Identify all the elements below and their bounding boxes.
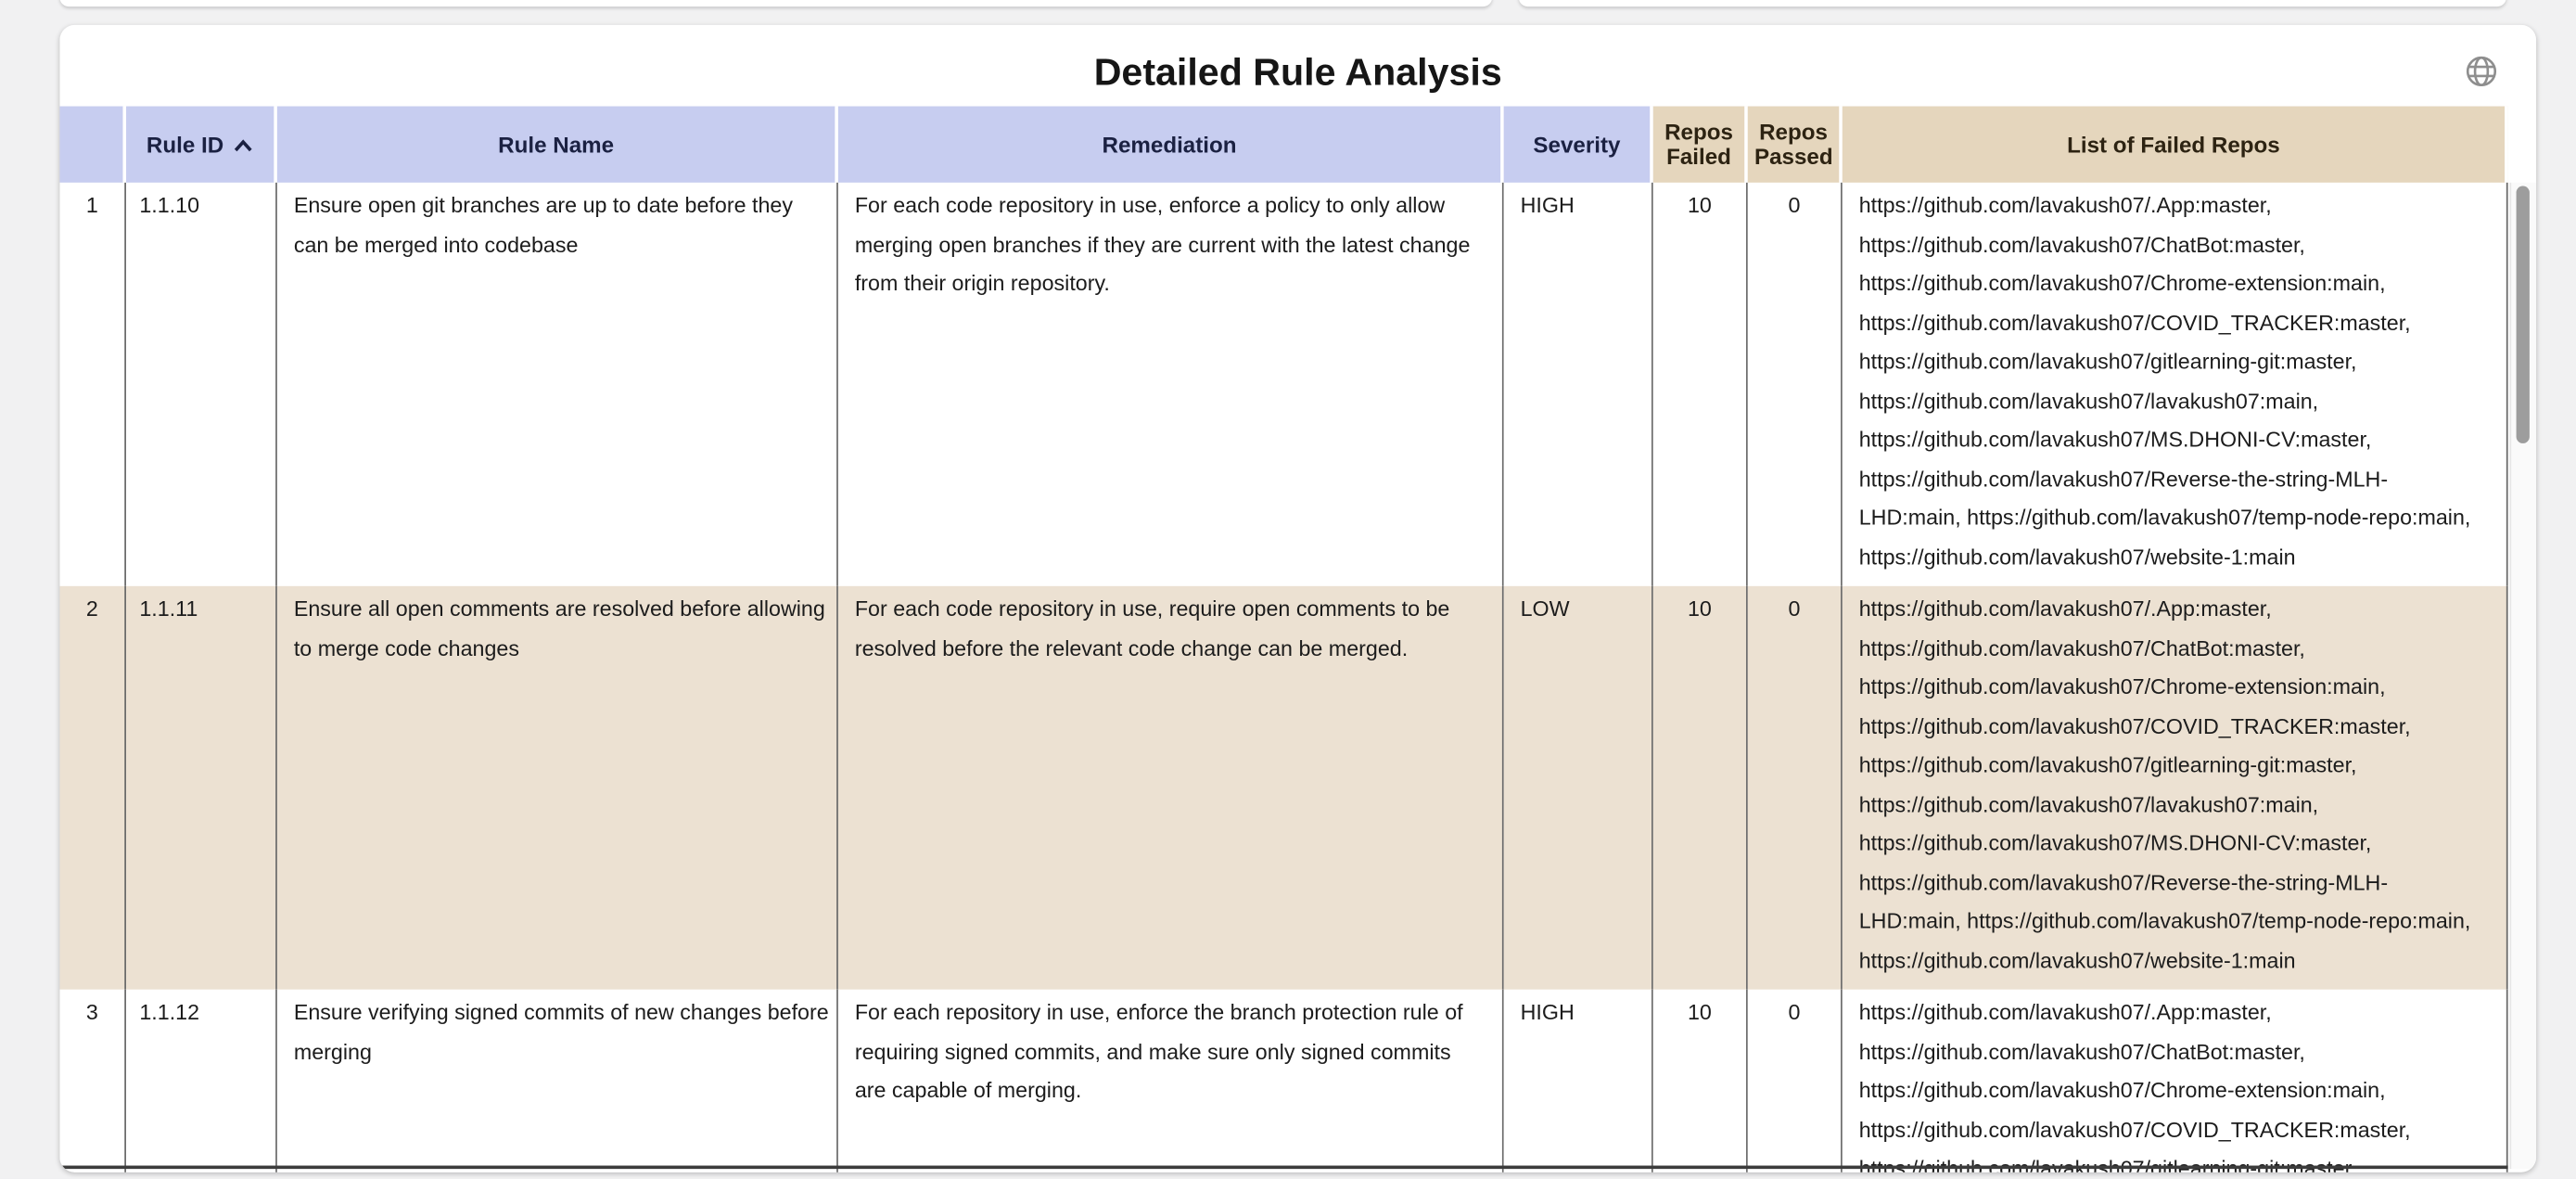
cell-rule-name: Ensure open git branches are up to date … bbox=[277, 183, 838, 586]
cell-remediation: For each code repository in use, require… bbox=[838, 586, 1504, 990]
table-header-row: Rule ID Rule Name Remediation Severity R… bbox=[59, 107, 2507, 183]
table-bottom-border bbox=[59, 1166, 2507, 1170]
cell-severity: LOW bbox=[1504, 586, 1653, 990]
cell-remediation: For each code repository in use, enforce… bbox=[838, 183, 1504, 586]
table-row: 2 1.1.11 Ensure all open comments are re… bbox=[59, 586, 2507, 990]
page-title: Detailed Rule Analysis bbox=[59, 50, 2536, 95]
header-rule-name[interactable]: Rule Name bbox=[277, 107, 838, 183]
cell-repos-passed: 0 bbox=[1748, 586, 1843, 990]
header-rule-id[interactable]: Rule ID bbox=[126, 107, 277, 183]
cell-rule-name: Ensure verifying signed commits of new c… bbox=[277, 990, 838, 1173]
table-body: 1 1.1.10 Ensure open git branches are up… bbox=[59, 183, 2507, 1173]
rule-analysis-card: Detailed Rule Analysis Rule ID Rule Nam bbox=[59, 25, 2536, 1173]
cell-rule-id: 1.1.11 bbox=[126, 586, 277, 990]
cell-severity: HIGH bbox=[1504, 183, 1653, 586]
cell-failed-repos: https://github.com/lavakush07/.App:maste… bbox=[1843, 586, 2508, 990]
header-severity[interactable]: Severity bbox=[1504, 107, 1653, 183]
table-row: 1 1.1.10 Ensure open git branches are up… bbox=[59, 183, 2507, 586]
cell-row-number: 3 bbox=[59, 990, 126, 1173]
cell-repos-passed: 0 bbox=[1748, 990, 1843, 1173]
table-row: 3 1.1.12 Ensure verifying signed commits… bbox=[59, 990, 2507, 1173]
cell-repos-failed: 10 bbox=[1653, 990, 1748, 1173]
cell-rule-id: 1.1.10 bbox=[126, 183, 277, 586]
header-rule-id-label: Rule ID bbox=[147, 132, 223, 157]
cell-repos-failed: 10 bbox=[1653, 586, 1748, 990]
partial-card-top-left bbox=[59, 0, 1492, 6]
cell-rule-id: 1.1.12 bbox=[126, 990, 277, 1173]
cell-rule-name: Ensure all open comments are resolved be… bbox=[277, 586, 838, 990]
rules-table: Rule ID Rule Name Remediation Severity R… bbox=[59, 107, 2507, 1173]
scrollbar-thumb[interactable] bbox=[2517, 186, 2530, 442]
cell-remediation: For each repository in use, enforce the … bbox=[838, 990, 1504, 1173]
vertical-scrollbar[interactable] bbox=[2509, 183, 2536, 1169]
globe-icon[interactable] bbox=[2463, 53, 2499, 89]
cell-severity: HIGH bbox=[1504, 990, 1653, 1173]
header-index bbox=[59, 107, 126, 183]
cell-row-number: 2 bbox=[59, 586, 126, 990]
sort-asc-icon bbox=[232, 132, 253, 157]
viewport: Detailed Rule Analysis Rule ID Rule Nam bbox=[0, 0, 2576, 1179]
cell-failed-repos: https://github.com/lavakush07/.App:maste… bbox=[1843, 990, 2508, 1173]
header-remediation[interactable]: Remediation bbox=[838, 107, 1504, 183]
header-repos-failed[interactable]: Repos Failed bbox=[1653, 107, 1748, 183]
cell-repos-failed: 10 bbox=[1653, 183, 1748, 586]
cell-row-number: 1 bbox=[59, 183, 126, 586]
cell-repos-passed: 0 bbox=[1748, 183, 1843, 586]
cell-failed-repos: https://github.com/lavakush07/.App:maste… bbox=[1843, 183, 2508, 586]
partial-card-top-right bbox=[1519, 0, 2506, 6]
header-failed-repos-list[interactable]: List of Failed Repos bbox=[1843, 107, 2508, 183]
header-repos-passed[interactable]: Repos Passed bbox=[1748, 107, 1843, 183]
